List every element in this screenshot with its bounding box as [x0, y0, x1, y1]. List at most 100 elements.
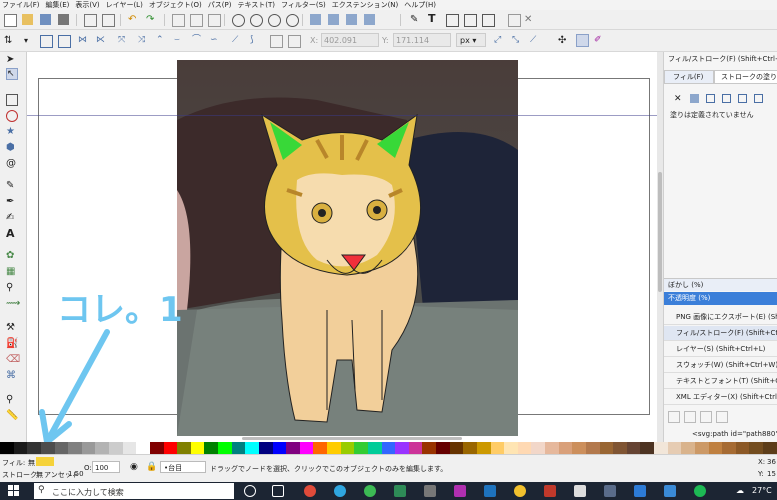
palette-swatch[interactable]	[81, 442, 96, 454]
chrome-icon[interactable]	[304, 485, 316, 497]
dock-item-fill-stroke[interactable]: フィル/ストローク(F) (Shift+Ctrl+F)	[664, 326, 777, 341]
palette-swatch[interactable]	[313, 442, 327, 454]
node-tool-icon[interactable]: ↖	[6, 68, 18, 80]
palette-swatch[interactable]	[694, 442, 709, 454]
close-icon[interactable]: ✕	[524, 14, 535, 25]
palette-swatch[interactable]	[245, 442, 259, 454]
horizontal-scroll-thumb[interactable]	[242, 437, 462, 440]
new-document-icon[interactable]	[4, 14, 17, 27]
cusp-node-icon[interactable]: ⌃	[156, 35, 167, 46]
opacity-label[interactable]: 不透明度 (%)	[664, 292, 777, 305]
redo-icon[interactable]: ↷	[146, 14, 157, 25]
new-text-node-icon[interactable]	[684, 411, 696, 423]
palette-swatch[interactable]	[558, 442, 573, 454]
palette-swatch[interactable]	[354, 442, 368, 454]
palette-swatch[interactable]	[531, 442, 545, 454]
tab-stroke-paint[interactable]: ストロークの塗り	[714, 70, 777, 84]
duplicate-icon[interactable]	[172, 14, 185, 27]
weather-icon[interactable]: ☁	[736, 486, 744, 495]
photos-icon[interactable]	[664, 485, 676, 497]
stroke-to-path-icon[interactable]	[288, 35, 301, 48]
no-paint-icon[interactable]: ✕	[674, 94, 682, 104]
join-segment-icon[interactable]: ⤧	[118, 35, 129, 46]
menu-path[interactable]: パス(P)	[208, 0, 232, 10]
eye-icon[interactable]: ◉	[130, 462, 138, 472]
open-folder-icon[interactable]	[22, 14, 33, 25]
menu-view[interactable]: 表示(V)	[75, 0, 99, 10]
dock-item-text-font[interactable]: テキストとフォント(T) (Shift+Ctrl+T)	[664, 374, 777, 389]
smooth-node-icon[interactable]: ⌣	[174, 35, 185, 46]
zoom-drawing-icon[interactable]	[250, 14, 263, 27]
dock-item-export[interactable]: PNG 画像にエクスポート(E) (Shift+	[664, 310, 777, 325]
dock-item-xml-editor[interactable]: XML エディター(X) (Shift+Ctrl+X)	[664, 390, 777, 405]
app-icon-5[interactable]	[514, 485, 526, 497]
show-handles-icon[interactable]: ⤡	[512, 35, 523, 46]
preferences-icon[interactable]	[508, 14, 521, 27]
palette-swatch[interactable]	[476, 442, 491, 454]
app-icon-1[interactable]	[364, 485, 376, 497]
export-icon[interactable]	[102, 14, 115, 27]
fill-indicator[interactable]	[36, 457, 54, 466]
lpe-tool-icon[interactable]: ⌘	[6, 370, 18, 382]
palette-swatch[interactable]	[136, 442, 150, 454]
vertical-scroll-thumb[interactable]	[658, 172, 662, 292]
x-coordinate-input[interactable]: 402.091	[321, 33, 379, 47]
task-view-icon[interactable]	[272, 485, 284, 497]
delete-segment-icon[interactable]: ⤨	[138, 35, 149, 46]
spray-tool-icon[interactable]: ✿	[6, 250, 18, 262]
star-tool-icon[interactable]: ★	[6, 126, 18, 138]
palette-swatch[interactable]	[545, 442, 559, 454]
palette-swatch[interactable]	[463, 442, 477, 454]
app-icon-4[interactable]	[454, 485, 466, 497]
palette-swatch[interactable]	[122, 442, 137, 454]
palette-swatch[interactable]	[585, 442, 600, 454]
palette-swatch[interactable]	[109, 442, 123, 454]
mesh-tool-icon[interactable]: ▦	[6, 266, 18, 278]
menu-layer[interactable]: レイヤー(L)	[106, 0, 143, 10]
taskbar-search[interactable]: ⚲ ここに入力して検索	[34, 483, 234, 499]
palette-swatch[interactable]	[708, 442, 723, 454]
palette-swatch[interactable]	[40, 442, 55, 454]
palette-swatch[interactable]	[0, 442, 14, 454]
palette-swatch[interactable]	[654, 442, 668, 454]
text-font-icon[interactable]: T	[428, 13, 439, 25]
layers-icon[interactable]	[446, 14, 459, 27]
auto-smooth-icon[interactable]: ∽	[210, 35, 221, 46]
align-icon[interactable]	[482, 14, 495, 27]
text-tool-icon[interactable]: A	[6, 228, 18, 240]
object-to-path-icon[interactable]	[270, 35, 283, 48]
menu-object[interactable]: オブジェクト(O)	[149, 0, 202, 10]
zoom-tool-icon[interactable]: ⚲	[6, 394, 18, 406]
ungroup-icon[interactable]	[328, 14, 339, 25]
palette-swatch[interactable]	[177, 442, 191, 454]
palette-swatch[interactable]	[218, 442, 232, 454]
zoom-page-icon[interactable]	[268, 14, 281, 27]
connector-tool-icon[interactable]: ⟿	[6, 298, 20, 310]
xml-editor-icon[interactable]	[464, 14, 477, 27]
palette-swatch[interactable]	[395, 442, 409, 454]
palette-swatch[interactable]	[163, 442, 178, 454]
measure-tool-icon[interactable]: 📏	[6, 410, 18, 422]
eraser-tool-icon[interactable]: ⌫	[6, 354, 20, 366]
tweak-tool-icon[interactable]: ⚒	[6, 322, 18, 334]
menu-edit[interactable]: 編集(E)	[46, 0, 70, 10]
zoom-selection-icon[interactable]	[232, 14, 245, 27]
unlink-clone-icon[interactable]	[208, 14, 221, 27]
opacity-input[interactable]: 100	[92, 461, 120, 473]
snap-toggle-icon[interactable]: ✣	[558, 35, 569, 46]
print-icon[interactable]	[58, 14, 69, 25]
break-path-icon[interactable]: ⋉	[96, 35, 107, 46]
canvas[interactable]: コレ。1	[27, 52, 657, 442]
palette-swatch[interactable]	[667, 442, 682, 454]
dock-item-layers[interactable]: レイヤー(S) (Shift+Ctrl+L)	[664, 342, 777, 357]
palette-swatch[interactable]	[272, 442, 287, 454]
palette-swatch[interactable]	[613, 442, 627, 454]
palette-swatch[interactable]	[27, 442, 41, 454]
palette-swatch[interactable]	[640, 442, 654, 454]
delete-node-icon[interactable]	[716, 411, 728, 423]
palette-swatch[interactable]	[13, 442, 28, 454]
office-icon[interactable]	[544, 485, 556, 497]
palette-swatch[interactable]	[449, 442, 464, 454]
palette-swatch[interactable]	[367, 442, 382, 454]
pattern-icon[interactable]	[738, 94, 747, 103]
